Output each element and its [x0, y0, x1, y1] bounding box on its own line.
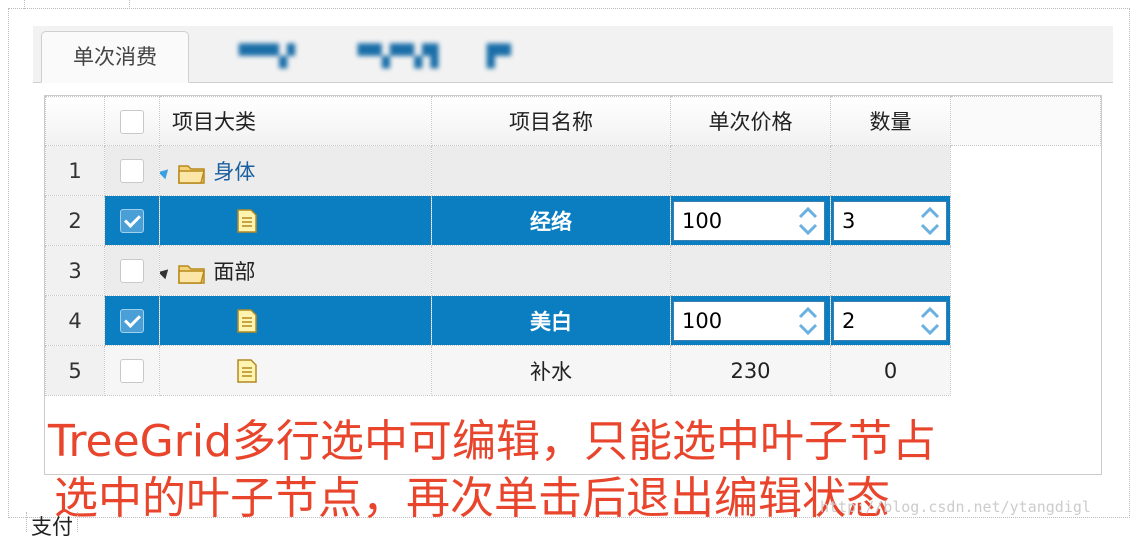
quantity-cell — [830, 245, 951, 296]
price-cell[interactable]: 100 — [670, 295, 831, 346]
row-checkbox-checked[interactable] — [120, 309, 144, 333]
spinner-arrows-icon[interactable] — [916, 204, 944, 238]
quantity-cell[interactable]: 2 — [830, 295, 951, 346]
price-cell[interactable]: 230 — [670, 345, 831, 396]
category-cell[interactable]: 身体 — [159, 145, 432, 196]
tab-obscured-1[interactable]: ▀▀▚▘ — [211, 31, 331, 83]
category-label: 身体 — [213, 159, 256, 184]
row-checkbox-cell[interactable] — [104, 345, 160, 396]
row-number: 4 — [45, 295, 105, 346]
price-cell — [670, 245, 831, 296]
table-row[interactable]: 1 身体 — [45, 145, 1101, 196]
table-row[interactable]: 4 美白 100 2 — [45, 295, 1101, 346]
name-cell[interactable]: 经络 — [431, 195, 671, 246]
category-cell[interactable] — [159, 195, 432, 246]
folder-icon — [177, 164, 205, 184]
row-number: 2 — [45, 195, 105, 246]
expand-toggle-icon[interactable] — [160, 265, 172, 280]
header-price[interactable]: 单次价格 — [670, 96, 831, 146]
row-filler — [950, 345, 1101, 396]
quantity-cell[interactable]: 3 — [830, 195, 951, 246]
header-category[interactable]: 项目大类 — [159, 96, 432, 146]
row-number: 5 — [45, 345, 105, 396]
price-editor[interactable]: 100 — [673, 200, 825, 241]
spinner-arrows-icon[interactable] — [794, 204, 822, 238]
tab-bar: 单次消费 ▀▀▚▘ ▀▚▀▚▜ ▛▘ — [33, 26, 1113, 83]
annotation-line-1: TreeGrid多行选中可编辑，只能选中叶子节占 — [48, 416, 937, 467]
document-icon — [237, 308, 257, 333]
row-checkbox-cell[interactable] — [104, 295, 160, 346]
top-frame-fragment — [24, 0, 130, 9]
row-number: 3 — [45, 245, 105, 296]
price-editor[interactable]: 100 — [673, 300, 825, 341]
tab-obscured-2[interactable]: ▀▚▀▚▜ — [333, 31, 463, 83]
row-number: 1 — [45, 145, 105, 196]
tab-obscured-3[interactable]: ▛▘ — [473, 31, 533, 83]
category-cell[interactable] — [159, 295, 432, 346]
row-checkbox-cell[interactable] — [104, 145, 160, 196]
quantity-cell[interactable]: 0 — [830, 345, 951, 396]
row-filler — [950, 195, 1101, 246]
row-checkbox[interactable] — [120, 259, 144, 283]
select-all-checkbox[interactable] — [120, 109, 144, 134]
row-checkbox-cell[interactable] — [104, 195, 160, 246]
quantity-cell — [830, 145, 951, 196]
document-icon — [237, 358, 257, 383]
category-cell[interactable] — [159, 345, 432, 396]
row-filler — [950, 295, 1101, 346]
tab-single-consumption[interactable]: 单次消费 — [41, 31, 189, 83]
expand-toggle-icon[interactable] — [160, 165, 172, 180]
row-number-header — [45, 96, 105, 146]
row-checkbox[interactable] — [120, 359, 144, 383]
name-cell[interactable]: 补水 — [431, 345, 671, 396]
spinner-arrows-icon[interactable] — [794, 304, 822, 338]
spinner-arrows-icon[interactable] — [916, 304, 944, 338]
row-checkbox[interactable] — [120, 159, 144, 183]
row-filler — [950, 145, 1101, 196]
quantity-editor[interactable]: 2 — [833, 300, 947, 341]
row-checkbox-cell[interactable] — [104, 245, 160, 296]
folder-icon — [177, 264, 205, 284]
name-cell — [431, 145, 671, 196]
grid-header-row: 项目大类 项目名称 单次价格 数量 — [45, 96, 1101, 146]
category-label: 面部 — [213, 259, 256, 284]
price-cell[interactable]: 100 — [670, 195, 831, 246]
table-row[interactable]: 5 补水 230 0 — [45, 345, 1101, 396]
category-cell[interactable]: 面部 — [159, 245, 432, 296]
table-row[interactable]: 3 面部 — [45, 245, 1101, 296]
row-checkbox-checked[interactable] — [120, 209, 144, 233]
table-row[interactable]: 2 经络 100 3 — [45, 195, 1101, 246]
row-filler — [950, 245, 1101, 296]
select-all-cell[interactable] — [104, 96, 160, 146]
header-filler — [950, 96, 1101, 146]
document-icon — [237, 208, 257, 233]
header-name[interactable]: 项目名称 — [431, 96, 671, 146]
price-cell — [670, 145, 831, 196]
watermark-text: http://blog.csdn.net/ytangdigl — [820, 498, 1091, 516]
name-cell[interactable]: 美白 — [431, 295, 671, 346]
header-quantity[interactable]: 数量 — [830, 96, 951, 146]
annotation-line-2: 选中的叶子节点，再次单击后退出编辑状态 — [54, 473, 890, 524]
quantity-editor[interactable]: 3 — [833, 200, 947, 241]
payment-section-label: 支付 — [26, 512, 78, 539]
name-cell — [431, 245, 671, 296]
